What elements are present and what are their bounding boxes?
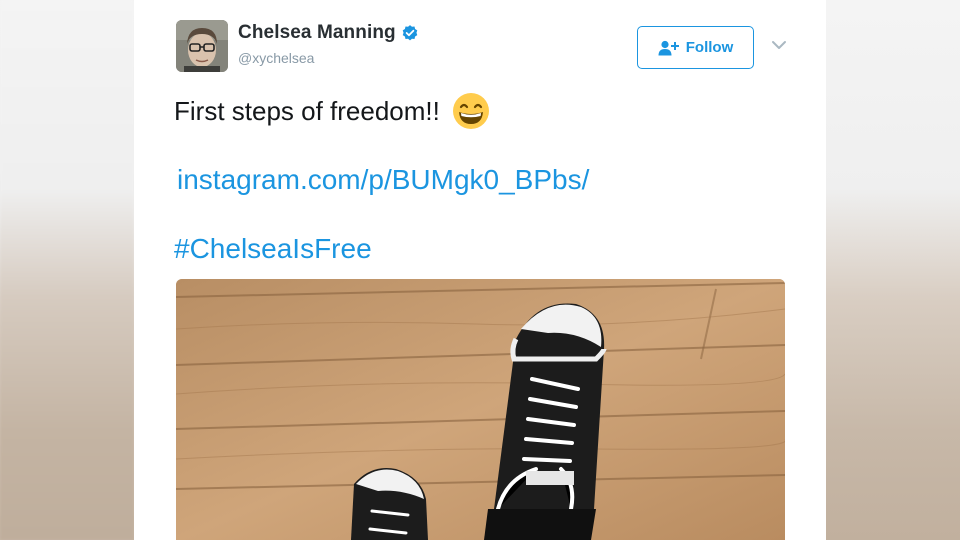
- background-right-blur: [826, 0, 960, 540]
- follow-button[interactable]: Follow: [637, 26, 754, 69]
- display-name-text[interactable]: Chelsea Manning: [238, 22, 396, 44]
- chevron-down-icon[interactable]: [770, 38, 788, 52]
- verified-badge-icon: [402, 25, 418, 41]
- author-block: Chelsea Manning @xychelsea: [238, 22, 419, 66]
- instagram-link[interactable]: instagram.com/p/BUMgk0_BPbs/: [177, 164, 589, 196]
- avatar[interactable]: [176, 20, 228, 72]
- grinning-face-emoji: [452, 93, 489, 129]
- background-left-blur: [0, 0, 134, 540]
- tweet-text: First steps of freedom!!: [174, 92, 490, 130]
- handle[interactable]: @xychelsea: [238, 50, 419, 66]
- display-name[interactable]: Chelsea Manning: [238, 22, 419, 44]
- hashtag-link[interactable]: #ChelseaIsFree: [174, 233, 372, 265]
- follow-label: Follow: [685, 39, 734, 56]
- tweet-photo[interactable]: [176, 279, 785, 540]
- add-person-icon: [658, 40, 679, 55]
- tweet-card: Chelsea Manning @xychelsea Follow First …: [134, 0, 826, 540]
- tweet-body: First steps of freedom!!: [174, 95, 440, 126]
